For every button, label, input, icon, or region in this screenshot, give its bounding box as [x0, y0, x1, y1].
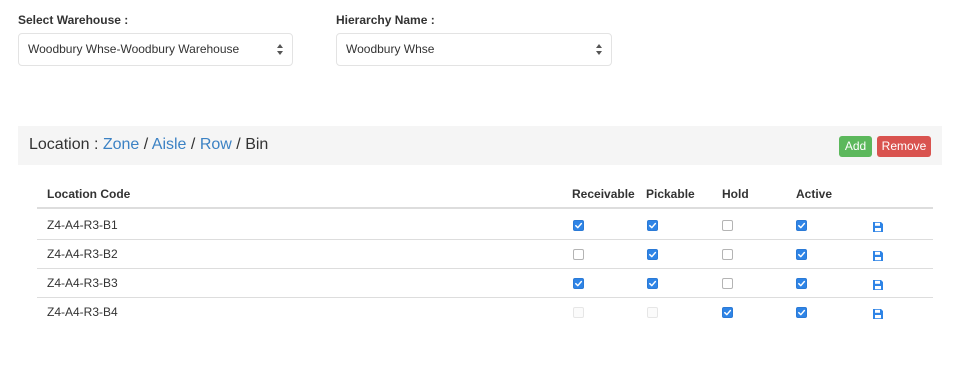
column-header-location-code: Location Code — [47, 187, 131, 201]
hold-checkbox[interactable] — [722, 278, 733, 289]
active-checkbox[interactable] — [796, 220, 807, 231]
breadcrumb-separator: / — [236, 136, 241, 153]
save-icon[interactable] — [873, 277, 883, 290]
breadcrumb-separator: / — [143, 136, 149, 153]
table-row: Z4-A4-R3-B2 — [37, 240, 933, 269]
column-header-active: Active — [796, 187, 833, 201]
save-icon[interactable] — [873, 248, 883, 261]
hierarchy-select-value: Woodbury Whse — [346, 42, 435, 56]
hierarchy-select[interactable]: Woodbury Whse — [336, 33, 612, 66]
breadcrumb-bin: Bin — [245, 136, 269, 153]
breadcrumb-separator: / — [190, 136, 196, 153]
warehouse-label: Select Warehouse : — [18, 13, 129, 27]
table-header-divider — [37, 207, 933, 209]
active-checkbox[interactable] — [796, 307, 807, 318]
pickable-checkbox — [647, 307, 658, 318]
location-code-cell: Z4-A4-R3-B4 — [47, 305, 118, 319]
select-arrows-icon — [277, 44, 283, 55]
table-row: Z4-A4-R3-B4 — [37, 298, 933, 327]
location-code-cell: Z4-A4-R3-B2 — [47, 247, 118, 261]
hold-checkbox[interactable] — [722, 307, 733, 318]
warehouse-select-value: Woodbury Whse-Woodbury Warehouse — [28, 42, 240, 56]
receivable-checkbox[interactable] — [573, 220, 584, 231]
pickable-checkbox[interactable] — [647, 220, 658, 231]
breadcrumb-row[interactable]: Row — [200, 136, 232, 153]
remove-button[interactable]: Remove — [877, 136, 931, 157]
pickable-checkbox[interactable] — [647, 249, 658, 260]
pickable-checkbox[interactable] — [647, 278, 658, 289]
receivable-checkbox — [573, 307, 584, 318]
location-prefix: Location : — [29, 136, 103, 153]
column-header-hold: Hold — [722, 187, 749, 201]
location-code-cell: Z4-A4-R3-B1 — [47, 218, 118, 232]
location-breadcrumb: Location : Zone / Aisle / Row / Bin — [29, 136, 268, 154]
select-arrows-icon — [596, 44, 602, 55]
active-checkbox[interactable] — [796, 278, 807, 289]
receivable-checkbox[interactable] — [573, 278, 584, 289]
column-header-receivable: Receivable — [572, 187, 635, 201]
save-icon[interactable] — [873, 219, 883, 232]
add-button[interactable]: Add — [839, 136, 872, 157]
table-row: Z4-A4-R3-B1 — [37, 211, 933, 240]
hold-checkbox[interactable] — [722, 249, 733, 260]
breadcrumb-aisle[interactable]: Aisle — [152, 136, 187, 153]
active-checkbox[interactable] — [796, 249, 807, 260]
location-code-cell: Z4-A4-R3-B3 — [47, 276, 118, 290]
column-header-pickable: Pickable — [646, 187, 695, 201]
hierarchy-label: Hierarchy Name : — [336, 13, 435, 27]
hold-checkbox[interactable] — [722, 220, 733, 231]
warehouse-select[interactable]: Woodbury Whse-Woodbury Warehouse — [18, 33, 293, 66]
save-icon[interactable] — [873, 306, 883, 319]
table-row: Z4-A4-R3-B3 — [37, 269, 933, 298]
breadcrumb-zone[interactable]: Zone — [103, 136, 139, 153]
receivable-checkbox[interactable] — [573, 249, 584, 260]
location-panel-header: Location : Zone / Aisle / Row / Bin — [18, 126, 942, 165]
